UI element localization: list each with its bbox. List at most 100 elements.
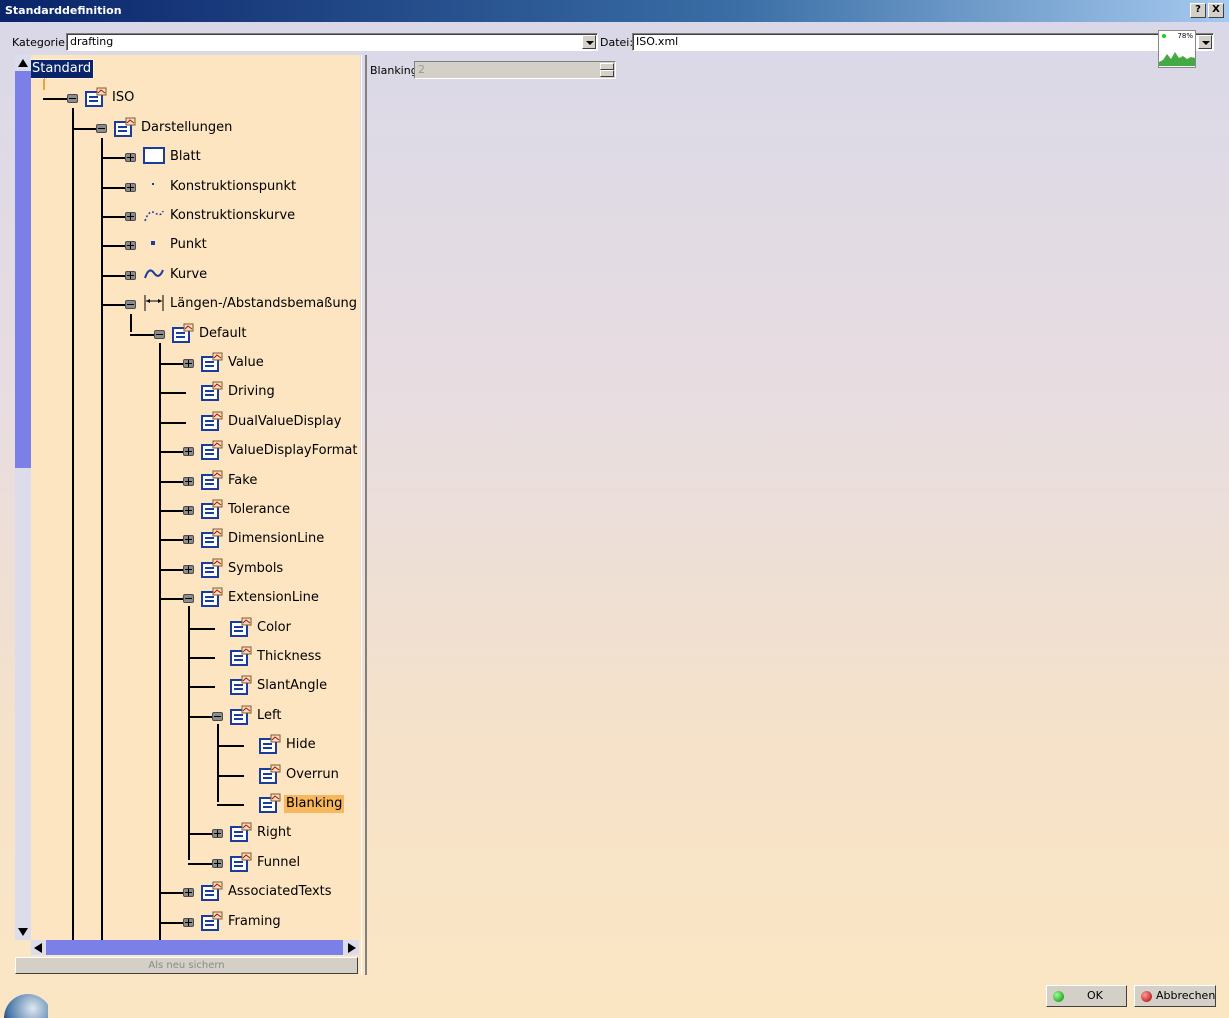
spin-down-icon[interactable] xyxy=(600,70,614,77)
expand-icon[interactable] xyxy=(183,447,194,456)
expand-icon[interactable] xyxy=(212,859,223,868)
close-button[interactable]: X xyxy=(1208,3,1224,18)
tree-item-label[interactable]: ISO xyxy=(110,89,136,107)
tree-item[interactable]: ValueDisplayFormat xyxy=(0,440,360,462)
tree-item-label[interactable]: Hide xyxy=(284,736,318,754)
expand-icon[interactable] xyxy=(183,918,194,927)
expand-icon[interactable] xyxy=(125,153,136,162)
ok-button[interactable]: OK xyxy=(1046,985,1127,1007)
tree-item-label[interactable]: DualValueDisplay xyxy=(226,413,343,431)
scroll-thumb[interactable] xyxy=(15,71,31,468)
tree-item[interactable]: Thickness xyxy=(0,646,360,668)
collapse-icon[interactable] xyxy=(125,300,136,309)
help-button[interactable]: ? xyxy=(1190,3,1206,18)
tree-item-label[interactable]: AssociatedTexts xyxy=(226,883,334,901)
tree-item[interactable]: Framing xyxy=(0,911,360,933)
scroll-up-icon[interactable] xyxy=(15,55,31,71)
tree-item[interactable]: Konstruktionskurve xyxy=(0,207,360,227)
tree-item[interactable]: Längen-/Abstandsbemaßung xyxy=(0,295,360,315)
expand-icon[interactable] xyxy=(125,271,136,280)
tree-item-label[interactable]: Punkt xyxy=(168,236,209,254)
collapse-icon[interactable] xyxy=(212,712,223,721)
expand-icon[interactable] xyxy=(212,829,223,838)
tree-item[interactable]: Value xyxy=(0,352,360,374)
tree-item-label[interactable]: Funnel xyxy=(255,854,302,872)
tree-item-label[interactable]: Overrun xyxy=(284,766,341,784)
expand-icon[interactable] xyxy=(183,506,194,515)
tree-item[interactable]: Fake xyxy=(0,470,360,492)
tree-item-label[interactable]: Left xyxy=(255,707,283,725)
expand-icon[interactable] xyxy=(183,477,194,486)
scroll-thumb-horizontal[interactable] xyxy=(46,940,344,955)
expand-icon[interactable] xyxy=(125,183,136,192)
expand-icon[interactable] xyxy=(183,888,194,897)
panel-splitter[interactable] xyxy=(361,55,367,975)
blanking-spinner[interactable]: 2 xyxy=(414,61,616,79)
tree-item-label[interactable]: Right xyxy=(255,824,293,842)
tree-item[interactable]: Funnel xyxy=(0,852,360,874)
tree-item-label[interactable]: Default xyxy=(197,325,249,343)
tree-item[interactable]: DimensionLine xyxy=(0,528,360,550)
tree-item-label[interactable]: Längen-/Abstandsbemaßung xyxy=(168,295,359,313)
tree-item-label[interactable]: Color xyxy=(255,619,293,637)
datei-combo[interactable]: ISO.xml xyxy=(632,33,1214,51)
tree-item[interactable]: Color xyxy=(0,617,360,639)
tree-item-label[interactable]: Thickness xyxy=(255,648,323,666)
scroll-left-icon[interactable] xyxy=(31,940,47,955)
scroll-down-icon[interactable] xyxy=(15,924,31,940)
tree-item[interactable]: Symbols xyxy=(0,558,360,580)
tree-item-label[interactable]: ExtensionLine xyxy=(226,589,321,607)
tree-item[interactable]: Standard xyxy=(0,59,360,80)
tree-item-label[interactable]: Darstellungen xyxy=(139,119,234,137)
expand-icon[interactable] xyxy=(183,359,194,368)
expand-icon[interactable] xyxy=(183,565,194,574)
tree-item[interactable]: SlantAngle xyxy=(0,675,360,697)
tree-item[interactable]: Darstellungen xyxy=(0,117,360,139)
tree-item[interactable]: Konstruktionspunkt xyxy=(0,178,360,198)
tree-item-label[interactable]: Tolerance xyxy=(226,501,292,519)
expand-icon[interactable] xyxy=(183,535,194,544)
tree-item-label[interactable]: Konstruktionspunkt xyxy=(168,178,298,196)
tree-item[interactable]: ISO xyxy=(0,87,360,109)
chevron-down-icon[interactable] xyxy=(582,35,596,49)
collapse-icon[interactable] xyxy=(154,330,165,339)
tree-item-label[interactable]: ValueDisplayFormat xyxy=(226,442,359,460)
tree-item-label[interactable]: Value xyxy=(226,354,266,372)
tree-item[interactable]: Tolerance xyxy=(0,499,360,521)
tree-horizontal-scrollbar[interactable] xyxy=(31,940,359,955)
tree-item[interactable]: Punkt xyxy=(0,236,360,256)
scroll-right-icon[interactable] xyxy=(343,940,359,955)
expand-icon[interactable] xyxy=(125,241,136,250)
tree-item[interactable]: Default xyxy=(0,323,360,345)
expand-icon[interactable] xyxy=(125,212,136,221)
cancel-button[interactable]: Abbrechen xyxy=(1134,985,1216,1007)
tree-item-label[interactable]: Fake xyxy=(226,472,259,490)
tree-vertical-scrollbar[interactable] xyxy=(15,55,31,940)
tree-item-label[interactable]: Blanking xyxy=(284,795,345,813)
tree-item[interactable]: Blanking xyxy=(0,793,360,815)
tree-item[interactable]: Hide xyxy=(0,734,360,756)
standard-tree[interactable]: Standard ISO Darstellungen Blatt Konstruktio… xyxy=(0,0,360,940)
tree-item-label[interactable]: DimensionLine xyxy=(226,530,326,548)
tree-item[interactable]: Right xyxy=(0,822,360,844)
collapse-icon[interactable] xyxy=(96,124,107,133)
tree-item-label[interactable]: Symbols xyxy=(226,560,285,578)
spin-up-icon[interactable] xyxy=(600,63,614,70)
chevron-down-icon[interactable] xyxy=(1198,35,1212,49)
tree-item[interactable]: Blatt xyxy=(0,147,360,168)
tree-item-label[interactable]: Blatt xyxy=(168,148,203,166)
tree-item-label[interactable]: Standard xyxy=(28,59,95,79)
tree-item[interactable]: Kurve xyxy=(0,266,360,286)
tree-item[interactable]: AssociatedTexts xyxy=(0,881,360,903)
tree-item-label[interactable]: Framing xyxy=(226,913,283,931)
tree-item[interactable]: Driving xyxy=(0,381,360,403)
tree-item[interactable]: Overrun xyxy=(0,764,360,786)
tree-item-label[interactable]: SlantAngle xyxy=(255,677,329,695)
collapse-icon[interactable] xyxy=(67,94,78,103)
tree-item[interactable]: DualValueDisplay xyxy=(0,411,360,433)
tree-item[interactable]: Left xyxy=(0,705,360,727)
save-as-new-button[interactable]: Als neu sichern xyxy=(15,957,358,974)
tree-item-label[interactable]: Driving xyxy=(226,383,277,401)
tree-item-label[interactable]: Konstruktionskurve xyxy=(168,207,297,225)
collapse-icon[interactable] xyxy=(183,594,194,603)
